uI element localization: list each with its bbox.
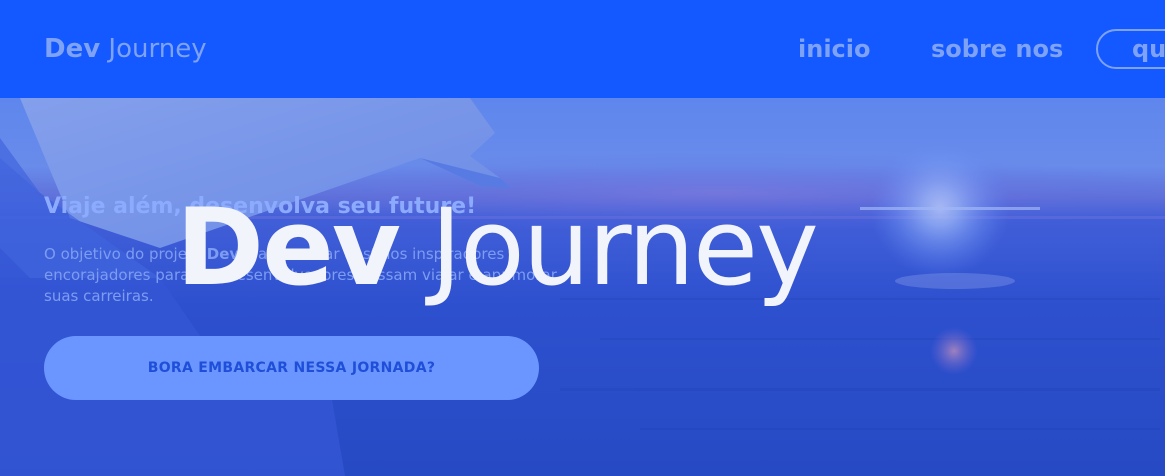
overlay-logo-bold: Dev: [176, 186, 401, 309]
overlay-logo-light: Journey: [398, 186, 819, 309]
landing-page: Dev Journey inicio sobre nos qu Viaje al…: [0, 0, 1165, 476]
cta-button[interactable]: BORA EMBARCAR NESSA JORNADA?: [44, 336, 539, 400]
top-navbar: Dev Journey inicio sobre nos qu: [0, 0, 1165, 98]
nav-link-inicio[interactable]: inicio: [798, 33, 870, 65]
brand-logo-bold: Dev: [44, 34, 101, 64]
brand-logo[interactable]: Dev Journey: [44, 33, 207, 65]
brand-logo-light: Journey: [100, 34, 207, 64]
nav-link-sobre-nos[interactable]: sobre nos: [931, 33, 1063, 65]
dev-journey-overlay-logo: Dev Journey: [176, 186, 819, 310]
nav-pill-button[interactable]: qu: [1096, 29, 1165, 69]
